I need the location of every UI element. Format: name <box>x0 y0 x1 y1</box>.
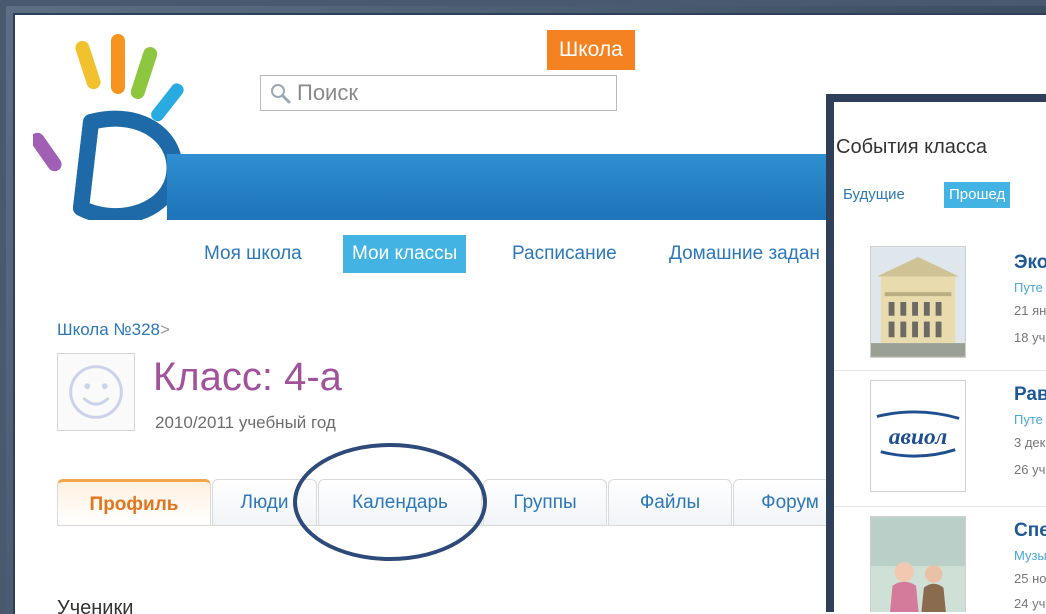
events-tab-past[interactable]: Прошед <box>944 182 1011 208</box>
events-panel-title: События класса <box>836 136 988 158</box>
tab-files[interactable]: Файлы <box>608 479 732 525</box>
event-date: 3 дек <box>1014 435 1046 450</box>
school-year: 2010/2011 учебный год <box>155 413 336 432</box>
event-divider <box>834 370 1046 371</box>
page-title: Класс: 4-а <box>153 355 342 399</box>
subnav-homework[interactable]: Домашние задан <box>660 235 829 273</box>
search-input[interactable]: Поиск <box>260 75 617 111</box>
nav-item-library[interactable]: Библи <box>762 30 847 70</box>
aviol-logo-text: авиол <box>889 424 948 450</box>
event-date: 21 ян <box>1014 303 1046 318</box>
event-item[interactable]: Спе Музы 25 но 24 уч <box>834 510 1046 612</box>
subnav-schedule[interactable]: Расписание <box>503 235 626 273</box>
nav-item-children[interactable]: Дети <box>667 30 738 70</box>
event-divider <box>834 506 1046 507</box>
events-panel: События класса Будущие Прошед Эко Путе 2… <box>834 102 1046 612</box>
class-avatar <box>57 353 135 431</box>
students-heading: Ученики <box>57 597 134 614</box>
event-item[interactable]: Эко Путе 21 ян 18 уч <box>834 240 1046 370</box>
building-image <box>871 247 965 357</box>
subnav-my-classes[interactable]: Мои классы <box>343 235 467 273</box>
event-image-logo[interactable]: авиол <box>870 380 966 492</box>
nav-item-communication[interactable]: Общение <box>396 30 512 70</box>
smiley-icon <box>69 365 123 419</box>
event-participants: 24 уч <box>1014 596 1046 611</box>
tab-profile[interactable]: Профиль <box>57 479 211 525</box>
events-tab-future[interactable]: Будущие <box>838 182 910 208</box>
event-title[interactable]: Эко <box>1014 252 1046 274</box>
event-type: Музы <box>1014 548 1046 563</box>
search-placeholder: Поиск <box>297 80 358 105</box>
search-icon <box>271 84 291 104</box>
breadcrumb-separator: > <box>160 320 170 339</box>
event-type: Путе <box>1014 412 1043 427</box>
event-title[interactable]: Рав <box>1014 384 1046 406</box>
event-image-painting[interactable] <box>870 516 966 612</box>
breadcrumb: Школа №328> <box>57 320 170 340</box>
breadcrumb-school-link[interactable]: Школа №328 <box>57 320 160 339</box>
event-type: Путе <box>1014 280 1043 295</box>
painting-image <box>871 517 965 612</box>
event-participants: 18 уч <box>1014 330 1046 345</box>
aviol-logo-image: авиол <box>871 381 965 491</box>
subnav-my-school[interactable]: Моя школа <box>195 235 311 273</box>
tab-groups[interactable]: Группы <box>483 479 607 525</box>
highlight-ellipse <box>293 443 487 561</box>
event-participants: 26 уч <box>1014 462 1046 477</box>
nav-item-my-diary[interactable]: Мой дневник <box>205 30 355 70</box>
event-title[interactable]: Спе <box>1014 520 1046 542</box>
nav-item-school[interactable]: Школа <box>547 30 635 70</box>
event-date: 25 но <box>1014 571 1046 586</box>
event-image-building[interactable] <box>870 246 966 358</box>
event-item[interactable]: авиол Рав Путе 3 дек 26 уч <box>834 374 1046 504</box>
